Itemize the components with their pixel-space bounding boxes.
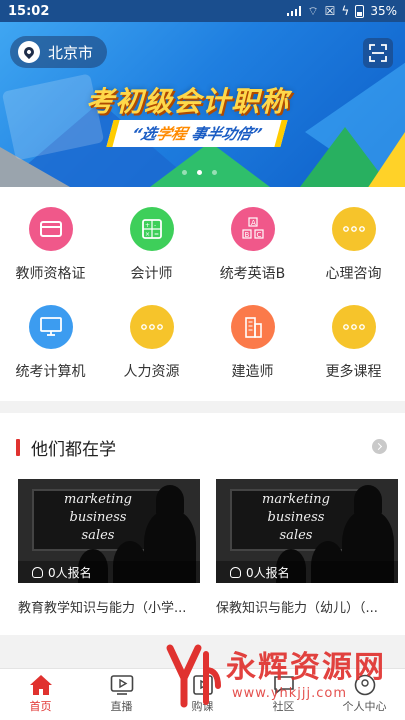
section-more-arrow-icon[interactable]	[372, 439, 387, 454]
person-icon	[32, 566, 43, 578]
tab-label: 直播	[110, 700, 133, 713]
tab-label: 社区	[272, 700, 295, 713]
scan-icon	[369, 44, 387, 62]
banner-headline: 考初级会计职称	[86, 85, 290, 118]
category-label: 人力资源	[123, 364, 180, 380]
user-icon	[353, 674, 377, 696]
svg-text:C: C	[256, 231, 261, 239]
status-time: 15:02	[8, 3, 50, 19]
section-title: 他们都在学	[31, 440, 116, 460]
category-more[interactable]: 更多课程	[303, 305, 404, 381]
carousel-dot-active	[197, 170, 202, 175]
banner-slogan: “选学程 事半功倍”	[106, 120, 288, 147]
course-thumbnail: marketing business sales 0人报名	[18, 479, 200, 583]
chat-icon	[272, 674, 296, 696]
course-thumbnail: marketing business sales 0人报名	[216, 479, 398, 583]
status-bar: 15:02 ⌔ ☒ ϟ 35%	[0, 0, 405, 22]
tab-label: 个人中心	[342, 700, 387, 713]
location-city: 北京市	[48, 43, 94, 62]
popular-courses-section: 他们都在学 marketing business sales 0人报名 教育教学…	[0, 413, 405, 635]
course-card[interactable]: marketing business sales 0人报名 教育教学知识与能力（…	[18, 479, 200, 616]
tab-home[interactable]: 首页	[0, 669, 81, 720]
category-label: 更多课程	[325, 364, 382, 380]
location-selector[interactable]: 北京市	[10, 36, 108, 68]
category-label: 统考英语B	[219, 266, 286, 282]
category-label: 心理咨询	[325, 266, 382, 282]
svg-text:A: A	[251, 219, 256, 227]
svg-text:=: =	[154, 231, 159, 238]
calculator-icon: + - × =	[129, 207, 174, 251]
category-computer[interactable]: 统考计算机	[0, 305, 101, 381]
battery-icon	[355, 4, 365, 18]
enroll-count: 0人报名	[216, 561, 398, 583]
course-title: 教育教学知识与能力（小学...	[18, 601, 187, 616]
cart-icon	[191, 674, 215, 696]
battery-level: 35%	[370, 4, 397, 18]
tab-buy[interactable]: 购课	[162, 669, 243, 720]
svg-text:-: -	[154, 222, 156, 229]
signal-icon	[287, 6, 302, 16]
live-tv-icon	[110, 674, 134, 696]
svg-text:B: B	[244, 231, 249, 239]
more-dots-icon	[331, 207, 376, 251]
tab-community[interactable]: 社区	[243, 669, 324, 720]
home-icon	[29, 674, 53, 696]
more-dots-icon	[331, 305, 376, 349]
svg-text:×: ×	[145, 231, 150, 238]
card-icon	[28, 207, 73, 251]
building-icon	[230, 305, 275, 349]
category-hr[interactable]: 人力资源	[101, 305, 202, 381]
section-header: 他们都在学	[16, 435, 116, 460]
course-card[interactable]: marketing business sales 0人报名 保教知识与能力（幼儿…	[216, 479, 398, 616]
carousel-indicator	[182, 170, 217, 175]
category-psychology[interactable]: 心理咨询	[303, 207, 404, 283]
tab-label: 首页	[29, 700, 52, 713]
section-accent-bar	[16, 439, 20, 456]
category-label: 建造师	[231, 364, 274, 380]
scan-button[interactable]	[363, 38, 393, 68]
app-screen: 15:02 ⌔ ☒ ϟ 35% 考初级会计职称 “选学程 事半功倍” 北京市 教…	[0, 0, 405, 720]
carousel-dot	[212, 170, 217, 175]
wifi-icon: ⌔	[307, 3, 319, 18]
bottom-tab-bar: 首页 直播 购课 社区 个人中心	[0, 668, 405, 720]
carousel-dot	[182, 170, 187, 175]
category-label: 教师资格证	[15, 266, 86, 282]
svg-text:+: +	[145, 222, 150, 229]
category-constructor[interactable]: 建造师	[202, 305, 303, 381]
enroll-count: 0人报名	[18, 561, 200, 583]
more-dots-icon	[129, 305, 174, 349]
category-accountant[interactable]: + - × = 会计师	[101, 207, 202, 283]
tab-profile[interactable]: 个人中心	[324, 669, 405, 720]
category-grid: 教师资格证 + - × = 会计师 ABC 统考英语B 心理咨询 统考计算机 人…	[0, 187, 405, 401]
category-english-b[interactable]: ABC 统考英语B	[202, 207, 303, 283]
course-title: 保教知识与能力（幼儿）（...	[216, 601, 378, 616]
location-pin-icon	[18, 41, 40, 63]
category-teacher-cert[interactable]: 教师资格证	[0, 207, 101, 283]
tab-live[interactable]: 直播	[81, 669, 162, 720]
tab-label: 购课	[191, 700, 214, 713]
abc-icon: ABC	[230, 207, 275, 251]
category-label: 会计师	[130, 266, 173, 282]
charging-icon: ϟ	[341, 4, 350, 18]
category-label: 统考计算机	[15, 364, 86, 380]
person-icon	[230, 566, 241, 578]
monitor-icon	[28, 305, 73, 349]
sim-icon: ☒	[324, 4, 336, 18]
